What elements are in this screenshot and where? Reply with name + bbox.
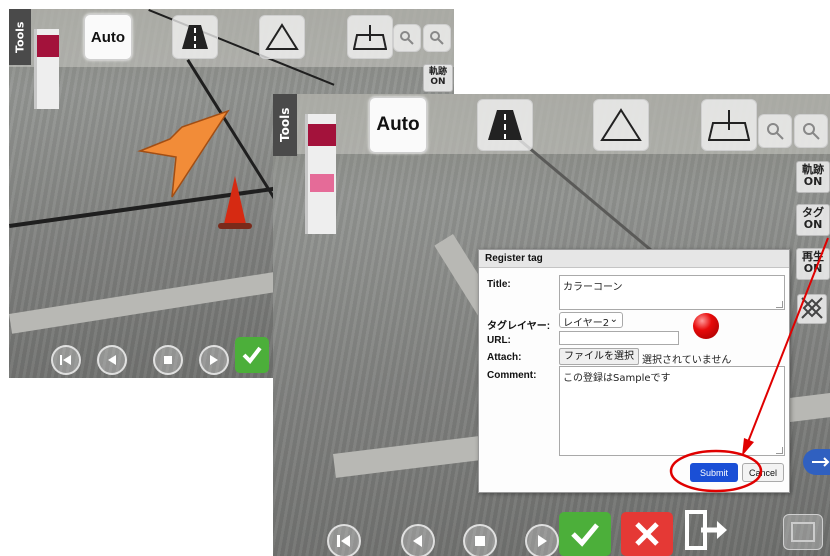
- fuel-pump: [34, 29, 59, 109]
- file-select-button[interactable]: ファイルを選択: [559, 348, 639, 365]
- skip-back-button[interactable]: [327, 524, 361, 556]
- track-label: 軌跡: [428, 67, 447, 77]
- rewind-icon: [108, 355, 116, 365]
- checkmark-icon: [242, 346, 262, 365]
- skip-back-button[interactable]: [51, 345, 81, 375]
- approve-tile[interactable]: [235, 337, 269, 373]
- cone-base: [218, 223, 252, 229]
- triangle-button[interactable]: [593, 99, 649, 151]
- pointer-line: [747, 237, 829, 443]
- layer-select[interactable]: レイヤー2 ⌄: [559, 312, 623, 329]
- red-annotation: [669, 237, 829, 493]
- title-label: Title:: [487, 279, 511, 290]
- triangle-icon: [265, 23, 299, 50]
- checkmark-icon: [571, 523, 599, 547]
- triangle-button[interactable]: [259, 15, 305, 59]
- stop-button[interactable]: [463, 524, 497, 556]
- forward-button[interactable]: [199, 345, 229, 375]
- road-icon: [488, 110, 522, 140]
- skip-back-icon: [337, 535, 350, 547]
- track-state: ON: [430, 77, 446, 87]
- skip-back-icon: [60, 355, 71, 365]
- zoom-out-button[interactable]: [423, 24, 451, 52]
- rewind-button[interactable]: [401, 524, 435, 556]
- approve-tile[interactable]: [559, 512, 611, 556]
- rewind-button[interactable]: [97, 345, 127, 375]
- x-icon: [635, 522, 659, 546]
- forward-icon: [538, 535, 547, 547]
- trapezoid-button[interactable]: [347, 15, 393, 59]
- layer-label: タグレイヤー:: [487, 321, 551, 332]
- forward-icon: [210, 355, 218, 365]
- arrowhead-icon: [742, 438, 754, 456]
- road-icon: [182, 25, 208, 49]
- rewind-icon: [413, 535, 422, 547]
- tools-tab[interactable]: Tools: [9, 9, 31, 65]
- orange-arrow-icon: [137, 109, 230, 198]
- zoom-in-button[interactable]: [393, 24, 421, 52]
- track-toggle[interactable]: 軌跡 ON: [423, 64, 453, 92]
- auto-button[interactable]: Auto: [84, 14, 132, 60]
- triangle-icon: [600, 108, 642, 141]
- forward-button[interactable]: [525, 524, 559, 556]
- tools-tab[interactable]: Tools: [273, 94, 297, 156]
- layer-selected-value: レイヤー2: [563, 318, 610, 329]
- attach-label: Attach:: [487, 352, 522, 363]
- fuel-pump: [305, 114, 336, 234]
- magnifier-icon: [400, 31, 414, 45]
- highlight-ellipse: [669, 449, 763, 493]
- stop-icon: [164, 356, 172, 364]
- url-label: URL:: [487, 335, 511, 346]
- auto-button[interactable]: Auto: [369, 97, 427, 153]
- road-button[interactable]: [477, 99, 533, 151]
- chevron-down-icon: ⌄: [609, 314, 618, 325]
- magnifier-icon: [430, 31, 444, 45]
- road-button[interactable]: [172, 15, 218, 59]
- comment-label: Comment:: [487, 370, 537, 381]
- trapezoid-crosshair-icon: [353, 25, 387, 50]
- stop-button[interactable]: [153, 345, 183, 375]
- stop-icon: [475, 536, 485, 546]
